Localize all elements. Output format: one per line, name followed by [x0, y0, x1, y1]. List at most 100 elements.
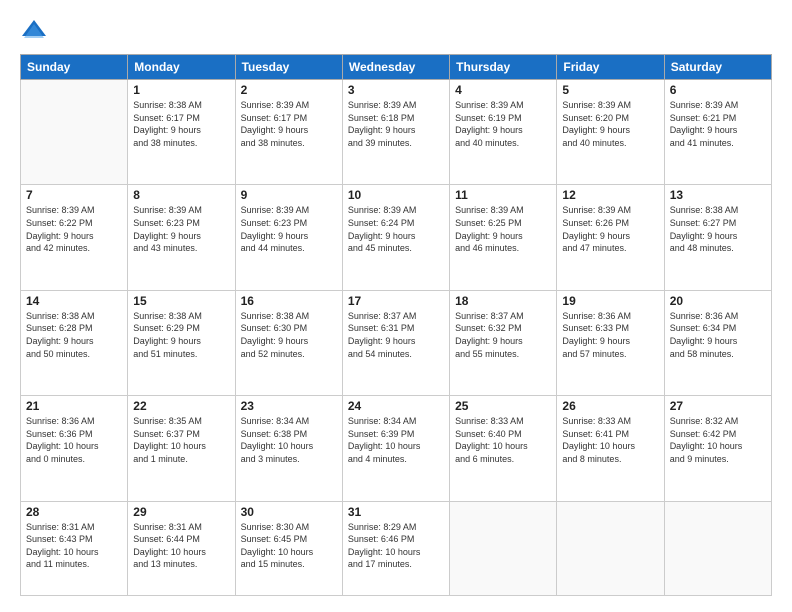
weekday-header-sunday: Sunday: [21, 55, 128, 80]
calendar-cell: 9 Sunrise: 8:39 AM Sunset: 6:23 PM Daylig…: [235, 185, 342, 290]
calendar-cell: 7 Sunrise: 8:39 AM Sunset: 6:22 PM Daylig…: [21, 185, 128, 290]
calendar-week-5: 28 Sunrise: 8:31 AM Sunset: 6:43 PM Dayli…: [21, 501, 772, 595]
calendar-cell: 15 Sunrise: 8:38 AM Sunset: 6:29 PM Dayli…: [128, 290, 235, 395]
calendar-cell: 20Sunrise: 8:36 AM Sunset: 6:34 PM Dayli…: [664, 290, 771, 395]
day-info: Sunrise: 8:38 AM Sunset: 6:29 PM Dayligh…: [133, 310, 229, 360]
day-info: Sunrise: 8:30 AM Sunset: 6:45 PM Dayligh…: [241, 521, 337, 571]
day-number: 4: [455, 83, 551, 97]
day-info: Sunrise: 8:38 AM Sunset: 6:17 PM Dayligh…: [133, 99, 229, 149]
weekday-header-monday: Monday: [128, 55, 235, 80]
day-number: 15: [133, 294, 229, 308]
day-info: Sunrise: 8:36 AM Sunset: 6:33 PM Dayligh…: [562, 310, 658, 360]
day-number: 1: [133, 83, 229, 97]
calendar-cell: 18 Sunrise: 8:37 AM Sunset: 6:32 PM Dayli…: [450, 290, 557, 395]
calendar-week-1: 1 Sunrise: 8:38 AM Sunset: 6:17 PM Daylig…: [21, 80, 772, 185]
day-info: Sunrise: 8:35 AM Sunset: 6:37 PM Dayligh…: [133, 415, 229, 465]
day-number: 28: [26, 505, 122, 519]
day-info: Sunrise: 8:32 AM Sunset: 6:42 PM Dayligh…: [670, 415, 766, 465]
day-number: 8: [133, 188, 229, 202]
day-number: 19: [562, 294, 658, 308]
day-info: Sunrise: 8:37 AM Sunset: 6:31 PM Dayligh…: [348, 310, 444, 360]
calendar-cell: 21 Sunrise: 8:36 AM Sunset: 6:36 PM Dayli…: [21, 396, 128, 501]
calendar-cell: 16Sunrise: 8:38 AM Sunset: 6:30 PM Dayli…: [235, 290, 342, 395]
day-number: 27: [670, 399, 766, 413]
calendar-cell: 14Sunrise: 8:38 AM Sunset: 6:28 PM Dayli…: [21, 290, 128, 395]
calendar-cell: 2 Sunrise: 8:39 AM Sunset: 6:17 PM Daylig…: [235, 80, 342, 185]
logo-icon: [20, 16, 48, 44]
page: SundayMondayTuesdayWednesdayThursdayFrid…: [0, 0, 792, 612]
calendar-cell: 23Sunrise: 8:34 AM Sunset: 6:38 PM Dayli…: [235, 396, 342, 501]
calendar-cell: 8 Sunrise: 8:39 AM Sunset: 6:23 PM Daylig…: [128, 185, 235, 290]
calendar-cell: 6 Sunrise: 8:39 AM Sunset: 6:21 PM Daylig…: [664, 80, 771, 185]
weekday-header-tuesday: Tuesday: [235, 55, 342, 80]
calendar-cell: 1 Sunrise: 8:38 AM Sunset: 6:17 PM Daylig…: [128, 80, 235, 185]
day-number: 5: [562, 83, 658, 97]
calendar-cell: 4 Sunrise: 8:39 AM Sunset: 6:19 PM Daylig…: [450, 80, 557, 185]
calendar-cell: 28 Sunrise: 8:31 AM Sunset: 6:43 PM Dayli…: [21, 501, 128, 595]
calendar-cell: [21, 80, 128, 185]
calendar-cell: 17 Sunrise: 8:37 AM Sunset: 6:31 PM Dayli…: [342, 290, 449, 395]
calendar-cell: [664, 501, 771, 595]
day-number: 10: [348, 188, 444, 202]
header: [20, 16, 772, 44]
day-info: Sunrise: 8:39 AM Sunset: 6:20 PM Dayligh…: [562, 99, 658, 149]
calendar-cell: 27 Sunrise: 8:32 AM Sunset: 6:42 PM Dayli…: [664, 396, 771, 501]
day-number: 26: [562, 399, 658, 413]
calendar-week-3: 14Sunrise: 8:38 AM Sunset: 6:28 PM Dayli…: [21, 290, 772, 395]
day-number: 31: [348, 505, 444, 519]
day-number: 9: [241, 188, 337, 202]
calendar-week-4: 21 Sunrise: 8:36 AM Sunset: 6:36 PM Dayli…: [21, 396, 772, 501]
day-number: 24: [348, 399, 444, 413]
day-number: 29: [133, 505, 229, 519]
day-info: Sunrise: 8:38 AM Sunset: 6:30 PM Dayligh…: [241, 310, 337, 360]
day-number: 7: [26, 188, 122, 202]
logo: [20, 16, 52, 44]
day-info: Sunrise: 8:39 AM Sunset: 6:21 PM Dayligh…: [670, 99, 766, 149]
day-info: Sunrise: 8:37 AM Sunset: 6:32 PM Dayligh…: [455, 310, 551, 360]
calendar-cell: 31Sunrise: 8:29 AM Sunset: 6:46 PM Dayli…: [342, 501, 449, 595]
day-info: Sunrise: 8:34 AM Sunset: 6:39 PM Dayligh…: [348, 415, 444, 465]
day-info: Sunrise: 8:38 AM Sunset: 6:27 PM Dayligh…: [670, 204, 766, 254]
day-info: Sunrise: 8:39 AM Sunset: 6:23 PM Dayligh…: [241, 204, 337, 254]
calendar-cell: 29 Sunrise: 8:31 AM Sunset: 6:44 PM Dayli…: [128, 501, 235, 595]
calendar-cell: [557, 501, 664, 595]
calendar-cell: 13Sunrise: 8:38 AM Sunset: 6:27 PM Dayli…: [664, 185, 771, 290]
weekday-header-friday: Friday: [557, 55, 664, 80]
day-info: Sunrise: 8:39 AM Sunset: 6:22 PM Dayligh…: [26, 204, 122, 254]
day-number: 17: [348, 294, 444, 308]
day-info: Sunrise: 8:39 AM Sunset: 6:23 PM Dayligh…: [133, 204, 229, 254]
day-info: Sunrise: 8:39 AM Sunset: 6:26 PM Dayligh…: [562, 204, 658, 254]
day-number: 23: [241, 399, 337, 413]
day-info: Sunrise: 8:31 AM Sunset: 6:43 PM Dayligh…: [26, 521, 122, 571]
day-number: 21: [26, 399, 122, 413]
weekday-header-thursday: Thursday: [450, 55, 557, 80]
day-number: 25: [455, 399, 551, 413]
day-info: Sunrise: 8:33 AM Sunset: 6:41 PM Dayligh…: [562, 415, 658, 465]
weekday-header-wednesday: Wednesday: [342, 55, 449, 80]
day-info: Sunrise: 8:39 AM Sunset: 6:19 PM Dayligh…: [455, 99, 551, 149]
day-number: 2: [241, 83, 337, 97]
day-info: Sunrise: 8:39 AM Sunset: 6:17 PM Dayligh…: [241, 99, 337, 149]
calendar-cell: [450, 501, 557, 595]
day-number: 11: [455, 188, 551, 202]
calendar-cell: 30Sunrise: 8:30 AM Sunset: 6:45 PM Dayli…: [235, 501, 342, 595]
day-info: Sunrise: 8:36 AM Sunset: 6:36 PM Dayligh…: [26, 415, 122, 465]
day-number: 6: [670, 83, 766, 97]
calendar-cell: 11 Sunrise: 8:39 AM Sunset: 6:25 PM Dayli…: [450, 185, 557, 290]
day-number: 12: [562, 188, 658, 202]
day-info: Sunrise: 8:39 AM Sunset: 6:24 PM Dayligh…: [348, 204, 444, 254]
calendar-week-2: 7 Sunrise: 8:39 AM Sunset: 6:22 PM Daylig…: [21, 185, 772, 290]
weekday-header-saturday: Saturday: [664, 55, 771, 80]
day-number: 20: [670, 294, 766, 308]
day-info: Sunrise: 8:31 AM Sunset: 6:44 PM Dayligh…: [133, 521, 229, 571]
day-info: Sunrise: 8:33 AM Sunset: 6:40 PM Dayligh…: [455, 415, 551, 465]
calendar-cell: 3Sunrise: 8:39 AM Sunset: 6:18 PM Daylig…: [342, 80, 449, 185]
day-number: 14: [26, 294, 122, 308]
day-info: Sunrise: 8:39 AM Sunset: 6:25 PM Dayligh…: [455, 204, 551, 254]
calendar-cell: 12 Sunrise: 8:39 AM Sunset: 6:26 PM Dayli…: [557, 185, 664, 290]
day-number: 18: [455, 294, 551, 308]
calendar-cell: 10 Sunrise: 8:39 AM Sunset: 6:24 PM Dayli…: [342, 185, 449, 290]
calendar-cell: 24 Sunrise: 8:34 AM Sunset: 6:39 PM Dayli…: [342, 396, 449, 501]
calendar-table: SundayMondayTuesdayWednesdayThursdayFrid…: [20, 54, 772, 596]
calendar-cell: 22Sunrise: 8:35 AM Sunset: 6:37 PM Dayli…: [128, 396, 235, 501]
